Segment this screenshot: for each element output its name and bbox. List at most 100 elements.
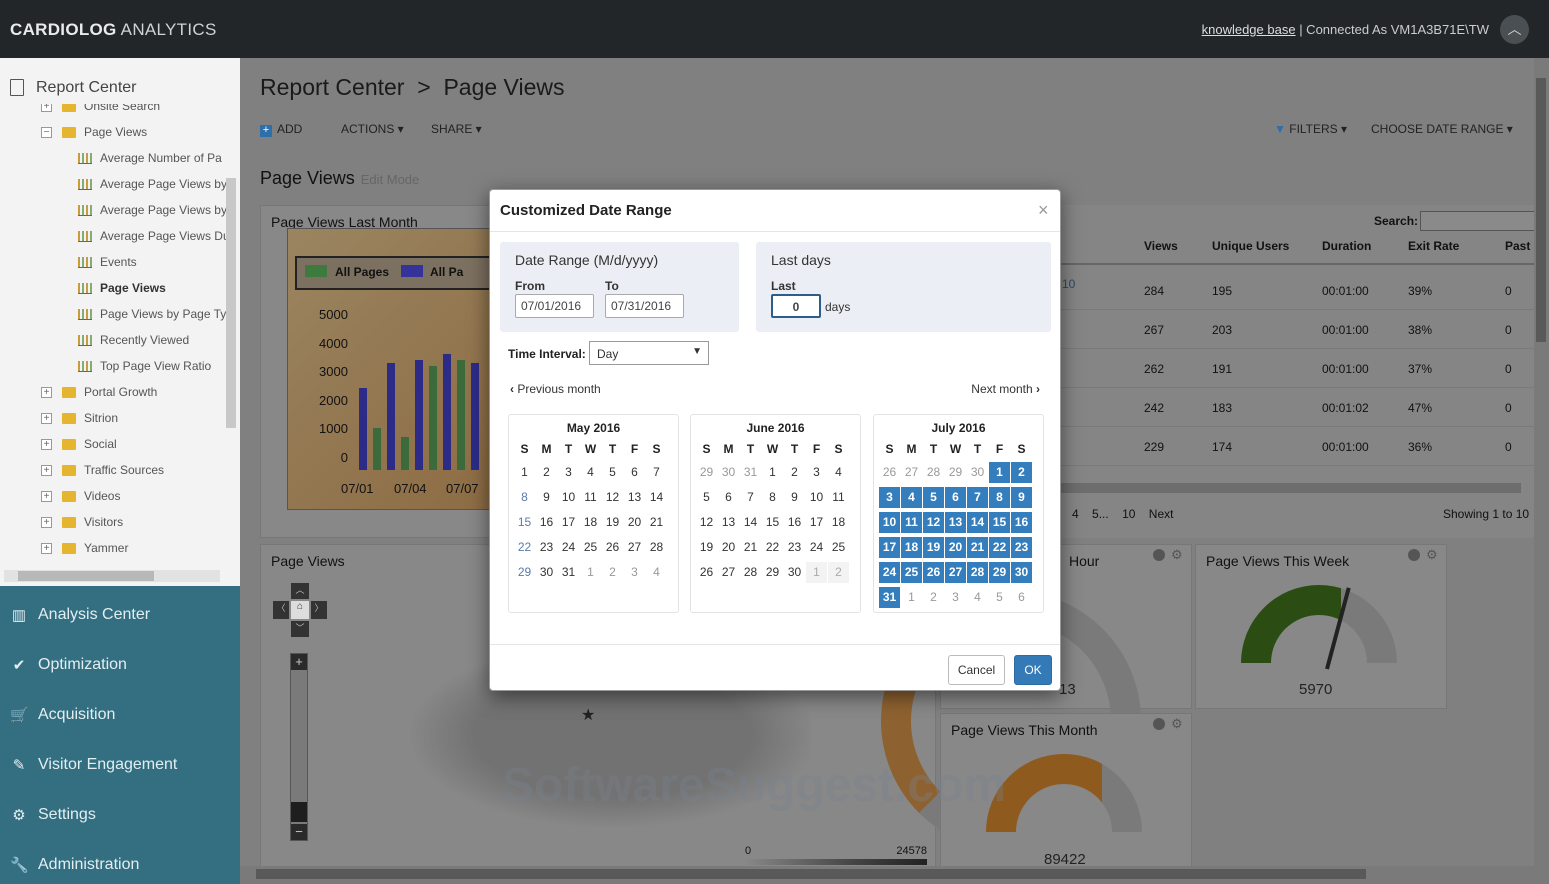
calendar-day[interactable]: 7 <box>740 487 761 508</box>
calendar-day[interactable]: 25 <box>828 537 849 558</box>
calendar-day-selected[interactable]: 10 <box>879 512 900 533</box>
close-icon[interactable]: × <box>1038 200 1049 221</box>
to-date-input[interactable]: 07/31/2016 <box>605 294 684 318</box>
calendar-day-selected[interactable]: 18 <box>901 537 922 558</box>
calendar-day[interactable]: 10 <box>558 487 579 508</box>
calendar-day[interactable]: 1 <box>514 462 535 483</box>
calendar-day-selected[interactable]: 24 <box>879 562 900 583</box>
calendar-day-selected[interactable]: 8 <box>989 487 1010 508</box>
calendar-day[interactable]: 12 <box>602 487 623 508</box>
calendar-day[interactable]: 12 <box>696 512 717 533</box>
calendar-day-selected[interactable]: 7 <box>967 487 988 508</box>
calendar-day[interactable]: 17 <box>558 512 579 533</box>
calendar-day[interactable]: 23 <box>784 537 805 558</box>
calendar-day[interactable]: 6 <box>1011 587 1032 608</box>
calendar-day-selected[interactable]: 26 <box>923 562 944 583</box>
calendar-day-selected[interactable]: 5 <box>923 487 944 508</box>
calendar-day[interactable]: 27 <box>901 462 922 483</box>
calendar-day[interactable]: 22 <box>762 537 783 558</box>
calendar-day[interactable]: 3 <box>945 587 966 608</box>
calendar-day[interactable]: 9 <box>536 487 557 508</box>
calendar-day-selected[interactable]: 29 <box>989 562 1010 583</box>
calendar-day[interactable]: 5 <box>602 462 623 483</box>
calendar-day[interactable]: 30 <box>718 462 739 483</box>
calendar-day[interactable]: 15 <box>762 512 783 533</box>
calendar-day[interactable]: 29 <box>945 462 966 483</box>
calendar-day[interactable]: 28 <box>740 562 761 583</box>
calendar-day[interactable]: 1 <box>762 462 783 483</box>
calendar-day[interactable]: 1 <box>901 587 922 608</box>
time-interval-select[interactable]: Day ▼ <box>589 341 709 365</box>
calendar-day[interactable]: 29 <box>762 562 783 583</box>
calendar-day-selected[interactable]: 2 <box>1011 462 1032 483</box>
last-days-input[interactable]: 0 <box>771 294 821 318</box>
calendar-day[interactable]: 30 <box>967 462 988 483</box>
calendar-day[interactable]: 26 <box>696 562 717 583</box>
calendar-day[interactable]: 27 <box>718 562 739 583</box>
calendar-day[interactable]: 14 <box>740 512 761 533</box>
calendar-day[interactable]: 18 <box>580 512 601 533</box>
calendar-day[interactable]: 16 <box>784 512 805 533</box>
calendar-day-selected[interactable]: 28 <box>967 562 988 583</box>
calendar-day[interactable]: 21 <box>646 512 667 533</box>
calendar-day-selected[interactable]: 22 <box>989 537 1010 558</box>
calendar-day[interactable]: 16 <box>536 512 557 533</box>
calendar-day[interactable]: 13 <box>624 487 645 508</box>
calendar-day[interactable]: 3 <box>806 462 827 483</box>
calendar-day[interactable]: 26 <box>602 537 623 558</box>
calendar-day[interactable]: 21 <box>740 537 761 558</box>
calendar-day[interactable]: 28 <box>646 537 667 558</box>
calendar-day[interactable]: 23 <box>536 537 557 558</box>
calendar-day[interactable]: 22 <box>514 537 535 558</box>
calendar-day-selected[interactable]: 14 <box>967 512 988 533</box>
from-date-input[interactable]: 07/01/2016 <box>515 294 594 318</box>
calendar-day-selected[interactable]: 20 <box>945 537 966 558</box>
calendar-day-selected[interactable]: 21 <box>967 537 988 558</box>
calendar-day-selected[interactable]: 30 <box>1011 562 1032 583</box>
cancel-button[interactable]: Cancel <box>948 655 1005 685</box>
calendar-day[interactable]: 20 <box>624 512 645 533</box>
calendar-day[interactable]: 5 <box>696 487 717 508</box>
calendar-day[interactable]: 7 <box>646 462 667 483</box>
calendar-day[interactable]: 2 <box>536 462 557 483</box>
calendar-day-selected[interactable]: 3 <box>879 487 900 508</box>
calendar-day-selected[interactable]: 9 <box>1011 487 1032 508</box>
calendar-day-selected[interactable]: 15 <box>989 512 1010 533</box>
calendar-day[interactable]: 20 <box>718 537 739 558</box>
calendar-day-selected[interactable]: 13 <box>945 512 966 533</box>
calendar-day-selected[interactable]: 27 <box>945 562 966 583</box>
calendar-day[interactable]: 2 <box>602 562 623 583</box>
calendar-day[interactable]: 11 <box>580 487 601 508</box>
calendar-day[interactable]: 29 <box>696 462 717 483</box>
calendar-day[interactable]: 8 <box>514 487 535 508</box>
calendar-day[interactable]: 4 <box>580 462 601 483</box>
calendar-day[interactable]: 29 <box>514 562 535 583</box>
calendar-day[interactable]: 3 <box>558 462 579 483</box>
calendar-day[interactable]: 30 <box>784 562 805 583</box>
calendar-day-selected[interactable]: 4 <box>901 487 922 508</box>
calendar-day[interactable]: 8 <box>762 487 783 508</box>
calendar-day[interactable]: 18 <box>828 512 849 533</box>
calendar-day[interactable]: 31 <box>740 462 761 483</box>
calendar-day[interactable]: 6 <box>718 487 739 508</box>
calendar-day-selected[interactable]: 19 <box>923 537 944 558</box>
calendar-day[interactable]: 28 <box>923 462 944 483</box>
calendar-day[interactable]: 4 <box>967 587 988 608</box>
calendar-day[interactable]: 15 <box>514 512 535 533</box>
calendar-day[interactable]: 19 <box>602 512 623 533</box>
calendar-day-selected[interactable]: 12 <box>923 512 944 533</box>
calendar-day-selected[interactable]: 17 <box>879 537 900 558</box>
calendar-day[interactable]: 30 <box>536 562 557 583</box>
calendar-day[interactable]: 17 <box>806 512 827 533</box>
calendar-day[interactable]: 6 <box>624 462 645 483</box>
calendar-day-selected[interactable]: 6 <box>945 487 966 508</box>
calendar-day[interactable]: 2 <box>923 587 944 608</box>
calendar-day-selected[interactable]: 23 <box>1011 537 1032 558</box>
calendar-day[interactable]: 4 <box>828 462 849 483</box>
calendar-day-selected[interactable]: 16 <box>1011 512 1032 533</box>
calendar-day[interactable]: 19 <box>696 537 717 558</box>
calendar-day[interactable]: 1 <box>580 562 601 583</box>
calendar-day-selected[interactable]: 11 <box>901 512 922 533</box>
calendar-day-selected[interactable]: 25 <box>901 562 922 583</box>
calendar-day[interactable]: 24 <box>558 537 579 558</box>
